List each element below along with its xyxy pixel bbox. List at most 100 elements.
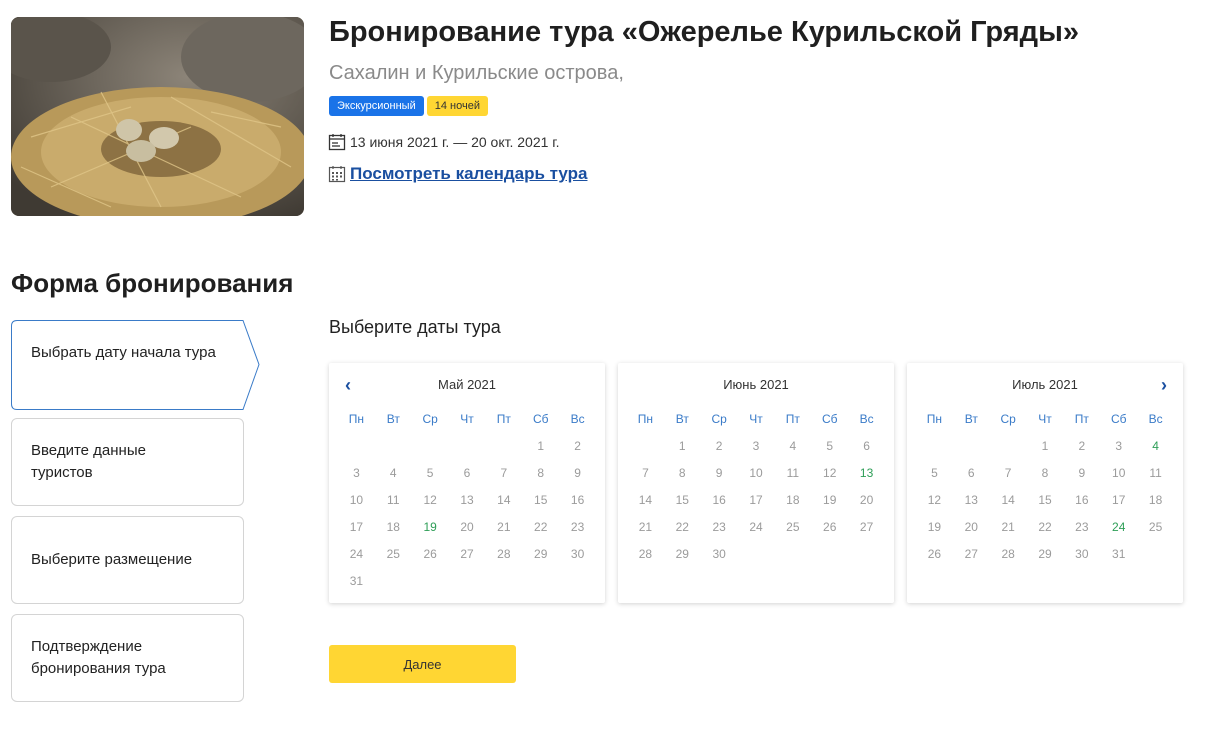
- calendar-grid: Пн Вт Ср Чт Пт Сб Вс 1 2 3 4 5 6 7 8 9 10 11 12 13 14 15 16 17 1…: [916, 408, 1174, 570]
- available-day[interactable]: 4: [1137, 435, 1174, 462]
- weekday-header: Сб: [532, 412, 549, 426]
- tour-badges: Экскурсионный 14 ночей: [329, 96, 488, 116]
- calendar-day: 24: [749, 520, 763, 534]
- calendar-day: 25: [1148, 520, 1163, 534]
- calendar-day: 10: [749, 466, 763, 480]
- calendar-day: 3: [353, 466, 360, 480]
- calendar-day: 9: [574, 466, 581, 480]
- step-label: Выбрать дату начала тура: [31, 344, 216, 361]
- step-select-accommodation[interactable]: Выберите размещение: [11, 516, 244, 604]
- calendar-day: 1: [678, 439, 686, 453]
- step-confirm-booking[interactable]: Подтверждение бронирования тура: [11, 614, 244, 702]
- calendar-month: Июнь 2021 Пн Вт Ср Чт Пт Сб Вс 1 2 3 4 5 6 7 8 9 10 11 12 1…: [618, 363, 894, 603]
- calendar-day: 30: [712, 547, 726, 561]
- step-label: Выберите размещение: [31, 551, 193, 568]
- weekday-header: Пн: [926, 412, 943, 426]
- tour-nights-badge: 14 ночей: [426, 96, 488, 116]
- calendar-day: 12: [423, 493, 437, 507]
- calendar-day: 25: [786, 520, 800, 534]
- calendar-day: 3: [1115, 439, 1123, 453]
- calendar-day: 16: [712, 493, 726, 507]
- calendar-month: › Июль 2021 Пн Вт Ср Чт Пт Сб Вс 1 2 3 4 5 6 7 8 9 10 11 1…: [907, 363, 1183, 603]
- calendar-day: 22: [675, 520, 689, 534]
- calendar-day: 17: [1112, 493, 1126, 507]
- weekday-header: Пт: [785, 412, 800, 426]
- calendar-day: 14: [1001, 493, 1015, 507]
- step-enter-tourists[interactable]: Введите данные туристов: [11, 418, 244, 506]
- empty-day-cell: [412, 435, 449, 462]
- calendar-day: 19: [927, 520, 942, 534]
- calendar-day: 17: [349, 520, 364, 534]
- tour-dates: 13 июня 2021 г. — 20 окт. 2021 г.: [328, 133, 560, 151]
- weekday-header: Вт: [675, 412, 689, 426]
- calendar-day: 18: [386, 520, 400, 534]
- calendar-day: 18: [786, 493, 800, 507]
- calendar-day: 9: [715, 466, 723, 480]
- empty-day-cell: [916, 435, 953, 462]
- empty-day-cell: [449, 435, 486, 462]
- calendar-day: 13: [964, 493, 978, 507]
- calendar-day: 29: [534, 547, 548, 561]
- weekday-header: Вс: [1148, 412, 1163, 426]
- calendar-month-title: Май 2021: [438, 377, 496, 392]
- weekday-header: Вс: [570, 412, 585, 426]
- weekday-header: Чт: [749, 412, 763, 426]
- calendar-month: ‹ Май 2021 Пн Вт Ср Чт Пт Сб Вс 1 2 3 4 5 6 7 8 9 10 11 12…: [329, 363, 605, 603]
- calendar-day: 30: [570, 547, 585, 561]
- calendar-day: 28: [638, 547, 653, 561]
- calendar-day: 10: [349, 493, 364, 507]
- select-dates-title: Выберите даты тура: [329, 317, 501, 337]
- calendar-day: 25: [386, 547, 400, 561]
- calendar-day: 18: [1148, 493, 1163, 507]
- weekday-header: Ср: [711, 412, 727, 426]
- empty-day-cell: [627, 435, 664, 462]
- calendar-day: 22: [1038, 520, 1052, 534]
- calendar-day: 27: [859, 520, 874, 534]
- weekday-header: Ср: [422, 412, 438, 426]
- calendar-day: 31: [1112, 547, 1126, 561]
- calendar-day: 11: [1149, 466, 1162, 480]
- calendar-day: 5: [826, 439, 834, 453]
- calendar-day: 12: [823, 466, 837, 480]
- calendar-day: 1: [537, 439, 545, 453]
- empty-day-cell: [485, 435, 522, 462]
- calendar-day: 28: [1001, 547, 1015, 561]
- available-day[interactable]: 19: [412, 516, 449, 543]
- calendar-day: 22: [534, 520, 548, 534]
- weekday-header: Сб: [1110, 412, 1127, 426]
- calendar-day: 11: [387, 493, 400, 507]
- calendar-day: 16: [1075, 493, 1089, 507]
- calendar-day: 20: [460, 520, 474, 534]
- view-tour-calendar-link[interactable]: Посмотреть календарь тура: [328, 164, 587, 184]
- calendar-day: 26: [423, 547, 437, 561]
- calendar-day: 27: [964, 547, 978, 561]
- tour-dates-text: 13 июня 2021 г. — 20 окт. 2021 г.: [350, 134, 560, 150]
- weekday-header: Чт: [460, 412, 474, 426]
- calendar-day: 7: [500, 466, 508, 480]
- next-button[interactable]: Далее: [329, 645, 516, 683]
- step-label: Подтверждение бронирования тура: [31, 638, 166, 677]
- calendar-grid: Пн Вт Ср Чт Пт Сб Вс 1 2 3 4 5 6 7 8 9 10 11 12 13 14 15 16 17 1…: [627, 408, 885, 570]
- available-day[interactable]: 13: [848, 462, 885, 489]
- calendar-day: 31: [349, 574, 364, 588]
- calendar-day: 8: [537, 466, 545, 480]
- calendar-month-title: Июнь 2021: [723, 377, 789, 392]
- calendar-day: 1: [1041, 439, 1049, 453]
- weekday-header: Пн: [637, 412, 654, 426]
- calendar-day: 4: [789, 439, 797, 453]
- step-select-start-date[interactable]: Выбрать дату начала тура: [11, 320, 261, 410]
- view-tour-calendar-label: Посмотреть календарь тура: [350, 164, 588, 183]
- calendar-icon: [328, 134, 346, 151]
- calendar-day: 17: [749, 493, 763, 507]
- calendar-day: 23: [712, 520, 726, 534]
- calendar-day: 15: [534, 493, 548, 507]
- calendar-day: 21: [638, 520, 653, 534]
- empty-day-cell: [338, 435, 375, 462]
- calendar-day: 20: [859, 493, 874, 507]
- calendar-month-title: Июль 2021: [1012, 377, 1078, 392]
- weekday-header: Пт: [496, 412, 511, 426]
- calendar-day: 12: [927, 493, 942, 507]
- available-day[interactable]: 24: [1100, 516, 1137, 543]
- weekday-header: Сб: [821, 412, 838, 426]
- calendar-grid: Пн Вт Ср Чт Пт Сб Вс 1 2 3 4 5 6 7 8 9 10 11 12 13 14 15 16 17 1…: [338, 408, 596, 597]
